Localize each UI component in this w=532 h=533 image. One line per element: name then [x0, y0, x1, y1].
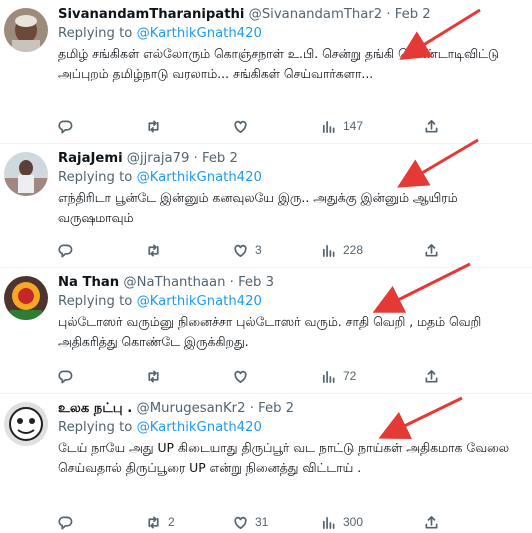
views-button[interactable]: 228 — [321, 240, 363, 260]
timestamp[interactable]: Feb 2 — [202, 151, 238, 166]
tweet-text: டேய் நாயே அது UP கிடையாது திருப்பூர் வட … — [58, 440, 510, 475]
replying-to: Replying to @KarthikGnath420 — [58, 293, 524, 311]
tweet[interactable]: Na Than @NaThanthaan · Feb 3 Replying to… — [0, 268, 532, 394]
retweet-icon — [148, 244, 159, 256]
retweet-count: 2 — [168, 515, 175, 529]
tweet-text: தமிழ் சங்கிகள் எல்லோரும் கொஞ்சநாள் உ.பி.… — [58, 46, 499, 81]
views-icon — [322, 516, 335, 529]
views-icon — [322, 120, 335, 133]
view-count: 300 — [343, 515, 364, 529]
retweet-button[interactable] — [146, 240, 168, 260]
action-bar: 2 31 300 — [58, 512, 448, 532]
share-icon — [425, 243, 438, 256]
share-icon — [425, 515, 438, 528]
heart-icon — [234, 244, 247, 257]
separator: · — [193, 151, 198, 166]
reply-button[interactable] — [58, 366, 80, 386]
share-button[interactable] — [424, 366, 439, 386]
views-icon — [322, 370, 335, 383]
like-count: 3 — [255, 243, 262, 257]
reply-button[interactable] — [58, 116, 80, 136]
tweet[interactable]: RajaJemi @jjraja79 · Feb 2 Replying to @… — [0, 144, 532, 268]
avatar[interactable] — [4, 152, 48, 196]
separator: · — [229, 275, 234, 290]
tweet[interactable]: SivanandamTharanipathi @SivanandamThar2 … — [0, 0, 532, 144]
tweet-text: எந்திரிடா பூன்டே இன்னும் கனவுலயே இரு.. அ… — [58, 190, 458, 225]
timestamp[interactable]: Feb 2 — [258, 401, 294, 416]
view-count: 228 — [343, 243, 364, 257]
handle[interactable]: @NaThanthaan — [123, 275, 225, 290]
share-button[interactable] — [424, 512, 439, 532]
action-bar: 147 — [58, 116, 448, 136]
retweet-icon — [148, 516, 159, 528]
like-button[interactable]: 31 — [233, 512, 268, 532]
handle[interactable]: @SivanandamThar2 — [249, 7, 383, 22]
reply-icon — [58, 370, 73, 383]
replying-to: Replying to @KarthikGnath420 — [58, 419, 524, 437]
share-button[interactable] — [424, 240, 439, 260]
reply-icon — [58, 244, 73, 257]
mention-link[interactable]: @KarthikGnath420 — [137, 26, 262, 41]
retweet-button[interactable] — [146, 366, 168, 386]
like-button[interactable] — [233, 116, 255, 136]
timestamp[interactable]: Feb 2 — [395, 7, 431, 22]
replying-to: Replying to @KarthikGnath420 — [58, 25, 524, 43]
retweet-icon — [148, 370, 159, 382]
share-icon — [425, 119, 438, 132]
display-name[interactable]: உலக நட்பு . — [58, 401, 132, 416]
share-icon — [425, 369, 438, 382]
timestamp[interactable]: Feb 3 — [238, 275, 274, 290]
avatar[interactable] — [4, 402, 48, 446]
handle[interactable]: @jjraja79 — [127, 151, 190, 166]
retweet-button[interactable] — [146, 116, 168, 136]
mention-link[interactable]: @KarthikGnath420 — [137, 294, 262, 309]
views-button[interactable]: 147 — [321, 116, 363, 136]
heart-icon — [234, 370, 247, 383]
replying-to-label: Replying to — [58, 420, 133, 435]
heart-icon — [234, 120, 247, 133]
display-name[interactable]: RajaJemi — [58, 151, 123, 166]
handle[interactable]: @MurugesanKr2 — [137, 401, 246, 416]
share-button[interactable] — [424, 116, 439, 136]
replying-to-label: Replying to — [58, 26, 133, 41]
view-count: 147 — [343, 119, 364, 133]
display-name[interactable]: Na Than — [58, 275, 119, 290]
heart-icon — [234, 516, 247, 529]
tweet-text: புல்டோஸர் வரும்னு நினைச்சா புல்டோஸர் வரு… — [58, 314, 482, 349]
separator: · — [386, 7, 391, 22]
reply-icon — [58, 516, 73, 529]
like-button[interactable] — [233, 366, 255, 386]
reply-icon — [58, 120, 73, 133]
view-count: 72 — [343, 369, 357, 383]
action-bar: 72 — [58, 366, 448, 386]
views-button[interactable]: 300 — [321, 512, 363, 532]
like-count: 31 — [255, 515, 269, 529]
mention-link[interactable]: @KarthikGnath420 — [137, 420, 262, 435]
mention-link[interactable]: @KarthikGnath420 — [137, 170, 262, 185]
like-button[interactable]: 3 — [233, 240, 262, 260]
retweet-icon — [148, 120, 159, 132]
reply-button[interactable] — [58, 512, 80, 532]
replying-to: Replying to @KarthikGnath420 — [58, 169, 524, 187]
views-button[interactable]: 72 — [321, 366, 356, 386]
replying-to-label: Replying to — [58, 170, 133, 185]
display-name[interactable]: SivanandamTharanipathi — [58, 7, 244, 22]
replying-to-label: Replying to — [58, 294, 133, 309]
separator: · — [249, 401, 254, 416]
tweet[interactable]: உலக நட்பு . @MurugesanKr2 · Feb 2 Replyi… — [0, 394, 532, 533]
views-icon — [322, 244, 335, 257]
reply-button[interactable] — [58, 240, 80, 260]
retweet-button[interactable]: 2 — [146, 512, 175, 532]
avatar[interactable] — [4, 276, 48, 320]
avatar[interactable] — [4, 8, 48, 52]
action-bar: 3 228 — [58, 240, 448, 260]
